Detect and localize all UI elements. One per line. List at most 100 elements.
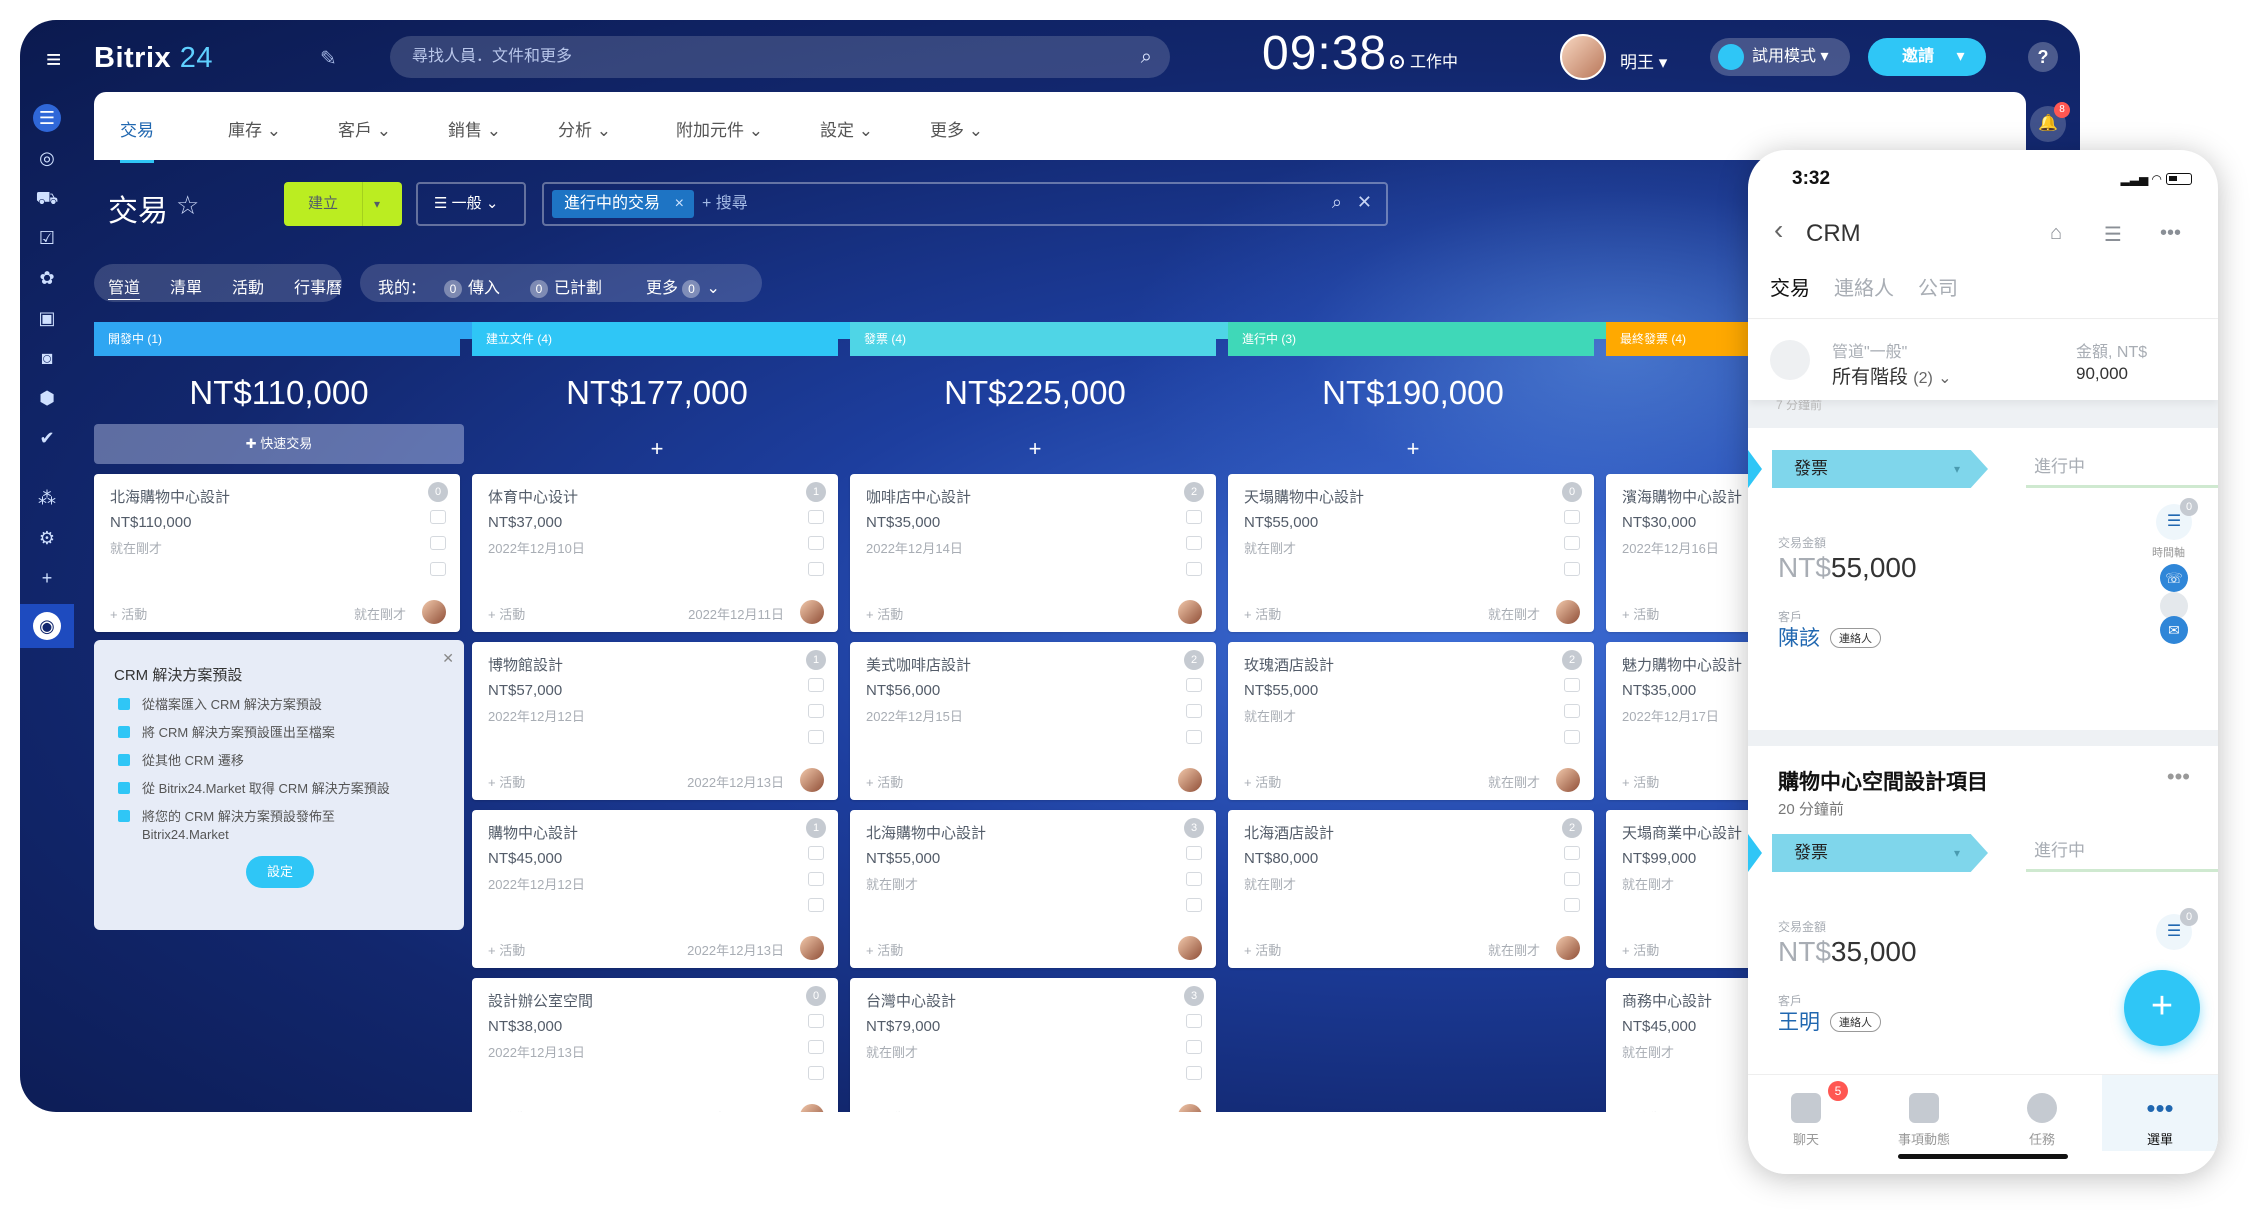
- avatar[interactable]: [1178, 768, 1202, 792]
- stage-current[interactable]: 發票 ▾: [1772, 450, 1988, 488]
- chat-icon[interactable]: [1564, 730, 1580, 744]
- avatar[interactable]: [422, 600, 446, 624]
- avatar[interactable]: [800, 600, 824, 624]
- counter-more[interactable]: 更多 0 ⌄: [646, 274, 720, 298]
- phone-icon[interactable]: [1186, 1014, 1202, 1028]
- more-dots-icon[interactable]: •••: [2160, 222, 2181, 245]
- deal-card[interactable]: 北海購物中心設計 NT$110,000 就在剛才 + 活動 0 就在剛才: [94, 474, 460, 632]
- stage-selector[interactable]: 所有階段 (2) ⌄: [1832, 362, 1952, 389]
- nav-feed[interactable]: 事項動態: [1866, 1093, 1982, 1148]
- avatar[interactable]: [1178, 936, 1202, 960]
- mail-icon[interactable]: [808, 704, 824, 718]
- notification-bell-icon[interactable]: 🔔 8: [2030, 102, 2070, 142]
- deal-title[interactable]: 美式咖啡店設計: [866, 654, 971, 675]
- check-circle-rail-icon[interactable]: ✔: [33, 424, 61, 452]
- mail-icon[interactable]: [1186, 1040, 1202, 1054]
- pipeline-filter-button[interactable]: ☰ 一般 ⌄: [416, 182, 526, 226]
- deal-title[interactable]: 体育中心设计: [488, 486, 578, 507]
- deal-title[interactable]: 魅力購物中心設計: [1622, 654, 1742, 675]
- add-activity-link[interactable]: + 活動: [488, 940, 525, 959]
- favorite-star-icon[interactable]: ☆: [176, 190, 199, 221]
- phone-icon[interactable]: [1186, 510, 1202, 524]
- brand-logo[interactable]: Bitrix 24: [94, 42, 213, 75]
- clear-icon[interactable]: ✕: [1357, 192, 1372, 213]
- cart-rail-icon[interactable]: ⛟: [33, 184, 61, 212]
- gear-cluster-rail-icon[interactable]: ✿: [33, 264, 61, 292]
- mail-icon[interactable]: ✉: [2160, 616, 2188, 644]
- deal-title[interactable]: 北海酒店設計: [1244, 822, 1334, 843]
- deal-card[interactable]: 美式咖啡店設計 NT$56,000 2022年12月15日 + 活動 2: [850, 642, 1216, 800]
- phone-call-icon[interactable]: ☏: [2160, 564, 2188, 592]
- filter-search-box[interactable]: 進行中的交易 × + 搜尋 ⌕ ✕: [542, 182, 1388, 226]
- deal-title[interactable]: 天塌購物中心設計: [1244, 486, 1364, 507]
- user-avatar[interactable]: [1560, 34, 1606, 80]
- promo-item-publish[interactable]: 將您的 CRM 解決方案預設發佈至 Bitrix24.Market: [118, 808, 335, 844]
- chevron-down-icon[interactable]: ▾: [374, 182, 380, 226]
- robot-rail-icon[interactable]: ◙: [33, 344, 61, 372]
- edit-pencil-icon[interactable]: ✎: [320, 46, 337, 71]
- deal-card[interactable]: 玫瑰酒店設計 NT$55,000 就在剛才 + 活動 2 就在剛才: [1228, 642, 1594, 800]
- nav-chat[interactable]: 聊天: [1748, 1093, 1864, 1148]
- chat-icon[interactable]: [430, 562, 446, 576]
- deal-title[interactable]: 北海購物中心設計: [110, 486, 230, 507]
- filter-chip[interactable]: 進行中的交易 ×: [552, 190, 695, 218]
- pipeline-summary[interactable]: 管道"一般" 所有階段 (2) ⌄ 金額, NT$ 90,000: [1748, 320, 2218, 400]
- deal-title[interactable]: 商務中心設計: [1622, 990, 1712, 1011]
- phone-icon[interactable]: [1564, 510, 1580, 524]
- work-status[interactable]: 工作中: [1390, 48, 1458, 72]
- view-activities[interactable]: 活動: [232, 274, 264, 298]
- contact-card-rail-icon[interactable]: ▣: [33, 304, 61, 332]
- deal-title[interactable]: 天塌商業中心設計: [1622, 822, 1742, 843]
- add-deal-icon[interactable]: +: [472, 436, 842, 462]
- deal-card[interactable]: 天塌購物中心設計 NT$55,000 就在剛才 + 活動 0 就在剛才: [1228, 474, 1594, 632]
- add-activity-link[interactable]: + 活動: [488, 604, 525, 623]
- phone-icon[interactable]: [808, 1014, 824, 1028]
- mail-icon[interactable]: [1564, 872, 1580, 886]
- add-activity-link[interactable]: + 活動: [1622, 940, 1659, 959]
- chat-icon[interactable]: [1186, 898, 1202, 912]
- stage-current[interactable]: 發票 ▾: [1772, 834, 1988, 872]
- menu-item-customers[interactable]: 客戶 ⌄: [338, 116, 391, 141]
- stage-next[interactable]: 進行中: [2026, 450, 2218, 488]
- avatar[interactable]: [1556, 600, 1580, 624]
- filter-rail-icon[interactable]: ☰: [33, 104, 61, 132]
- column-header[interactable]: 建立文件 (4): [472, 322, 838, 356]
- promo-item-market[interactable]: 從 Bitrix24.Market 取得 CRM 解決方案預設: [118, 780, 390, 798]
- avatar[interactable]: [800, 936, 824, 960]
- mail-icon[interactable]: [1186, 536, 1202, 550]
- add-deal-icon[interactable]: +: [1228, 436, 1598, 462]
- deal-card[interactable]: 北海購物中心設計 NT$55,000 就在剛才 + 活動 3: [850, 810, 1216, 968]
- timeline-icon[interactable]: ☰ 0: [2156, 908, 2198, 950]
- mail-icon[interactable]: [1186, 704, 1202, 718]
- phone-icon[interactable]: [1186, 846, 1202, 860]
- menu-item-addons[interactable]: 附加元件 ⌄: [676, 116, 763, 141]
- phone-icon[interactable]: [808, 510, 824, 524]
- mail-icon[interactable]: [430, 536, 446, 550]
- add-activity-link[interactable]: + 活動: [1622, 604, 1659, 623]
- deal-card[interactable]: 台灣中心設計 NT$79,000 就在剛才 + 活動 3: [850, 978, 1216, 1112]
- add-activity-link[interactable]: + 活動: [1244, 940, 1281, 959]
- menu-item-analytics[interactable]: 分析 ⌄: [558, 116, 611, 141]
- avatar[interactable]: [1556, 768, 1580, 792]
- deal-card[interactable]: 体育中心设计 NT$37,000 2022年12月10日 + 活動 1 2022年12月1…: [472, 474, 838, 632]
- menu-item-inventory[interactable]: 庫存 ⌄: [228, 116, 281, 141]
- deal-title[interactable]: 玫瑰酒店設計: [1244, 654, 1334, 675]
- more-dots-icon[interactable]: •••: [2167, 764, 2190, 790]
- deal-card[interactable]: 博物館設計 NT$57,000 2022年12月12日 + 活動 1 2022年12月13…: [472, 642, 838, 800]
- view-calendar[interactable]: 行事曆: [294, 274, 342, 298]
- counter-incoming[interactable]: 0 傳入: [444, 274, 500, 298]
- chat-icon[interactable]: [1186, 1066, 1202, 1080]
- add-activity-link[interactable]: + 活動: [866, 604, 903, 623]
- deal-title[interactable]: 濱海購物中心設計: [1622, 486, 1742, 507]
- trial-mode-button[interactable]: 試用模式 ▾: [1710, 38, 1850, 76]
- client-link[interactable]: 陳該 連絡人: [1778, 622, 1881, 652]
- phone-icon[interactable]: [808, 846, 824, 860]
- add-activity-link[interactable]: + 活動: [488, 1108, 525, 1112]
- add-activity-link[interactable]: + 活動: [866, 940, 903, 959]
- chip-close-icon[interactable]: ×: [675, 190, 684, 218]
- phone-icon[interactable]: [1564, 846, 1580, 860]
- checkbox-rail-icon[interactable]: ☑: [33, 224, 61, 252]
- add-search-input[interactable]: + 搜尋: [702, 192, 748, 216]
- phone-icon[interactable]: [808, 678, 824, 692]
- add-activity-link[interactable]: + 活動: [488, 772, 525, 791]
